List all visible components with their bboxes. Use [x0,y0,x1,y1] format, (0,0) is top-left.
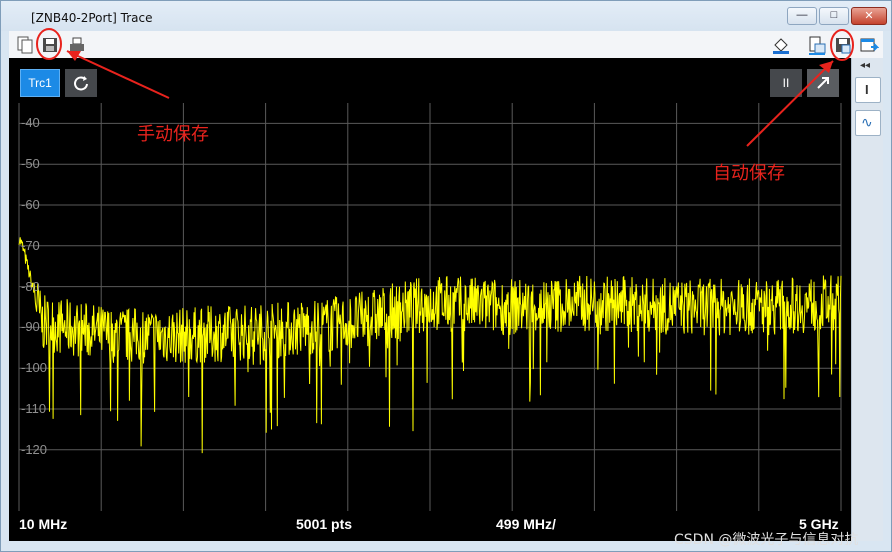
frequency-per-division: 499 MHz/ [496,516,556,532]
trace-view-icon: ∿ [861,114,873,130]
window-title: [ZNB40-2Port] Trace [31,11,153,25]
copy-icon[interactable] [15,35,35,55]
y-tick-label: -90 [21,319,40,335]
maximize-icon: □ [830,9,838,21]
marker-icon: I [865,82,869,97]
close-icon: ✕ [864,10,874,22]
refresh-icon [74,76,88,91]
watermark: CSDN @微波光子与信息对抗 [674,532,859,548]
toolbar [9,31,883,59]
maximize-button[interactable]: □ [819,7,849,25]
manual-save-label: 手动保存 [137,124,209,145]
pause-button[interactable]: II [770,69,802,97]
pause-icon: II [782,76,790,90]
y-tick-label: -110 [21,401,47,416]
trace-view-button[interactable]: ∿ [855,110,881,136]
window-export-icon[interactable] [859,35,880,55]
collapse-icon[interactable]: ◂◂ [860,60,870,71]
side-panel: ◂◂ I ∿ [851,58,883,541]
y-tick-label: -40 [21,115,40,131]
close-button[interactable]: ✕ [851,7,887,25]
save-icon[interactable] [40,35,60,55]
trace-chart[interactable] [9,58,851,541]
y-tick-label: -70 [21,237,40,253]
y-tick-label: -120 [21,441,48,457]
autosave-icon[interactable] [833,35,853,55]
trace-tab[interactable]: Trc1 [20,69,60,97]
fill-color-icon[interactable] [771,35,791,55]
auto-save-label: 自动保存 [713,163,785,184]
expand-icon [817,77,829,89]
export-settings-icon[interactable] [807,35,827,55]
marker-button[interactable]: I [855,77,881,103]
app-window: [ZNB40-2Port] Trace — □ ✕ Trc1 II ◂◂ I ∿… [0,0,892,552]
title-bar[interactable]: [ZNB40-2Port] Trace — □ ✕ [1,1,891,31]
expand-button[interactable] [807,69,839,97]
minimize-icon: — [796,9,808,21]
refresh-button[interactable] [65,69,97,97]
y-tick-label: -80 [21,278,40,294]
start-frequency: 10 MHz [19,516,68,532]
y-tick-label: -50 [21,156,40,172]
y-tick-label: -60 [21,197,40,212]
y-tick-label: -100 [21,360,48,376]
print-icon[interactable] [67,35,87,55]
points-count: 5001 pts [296,516,353,532]
minimize-button[interactable]: — [787,7,817,25]
